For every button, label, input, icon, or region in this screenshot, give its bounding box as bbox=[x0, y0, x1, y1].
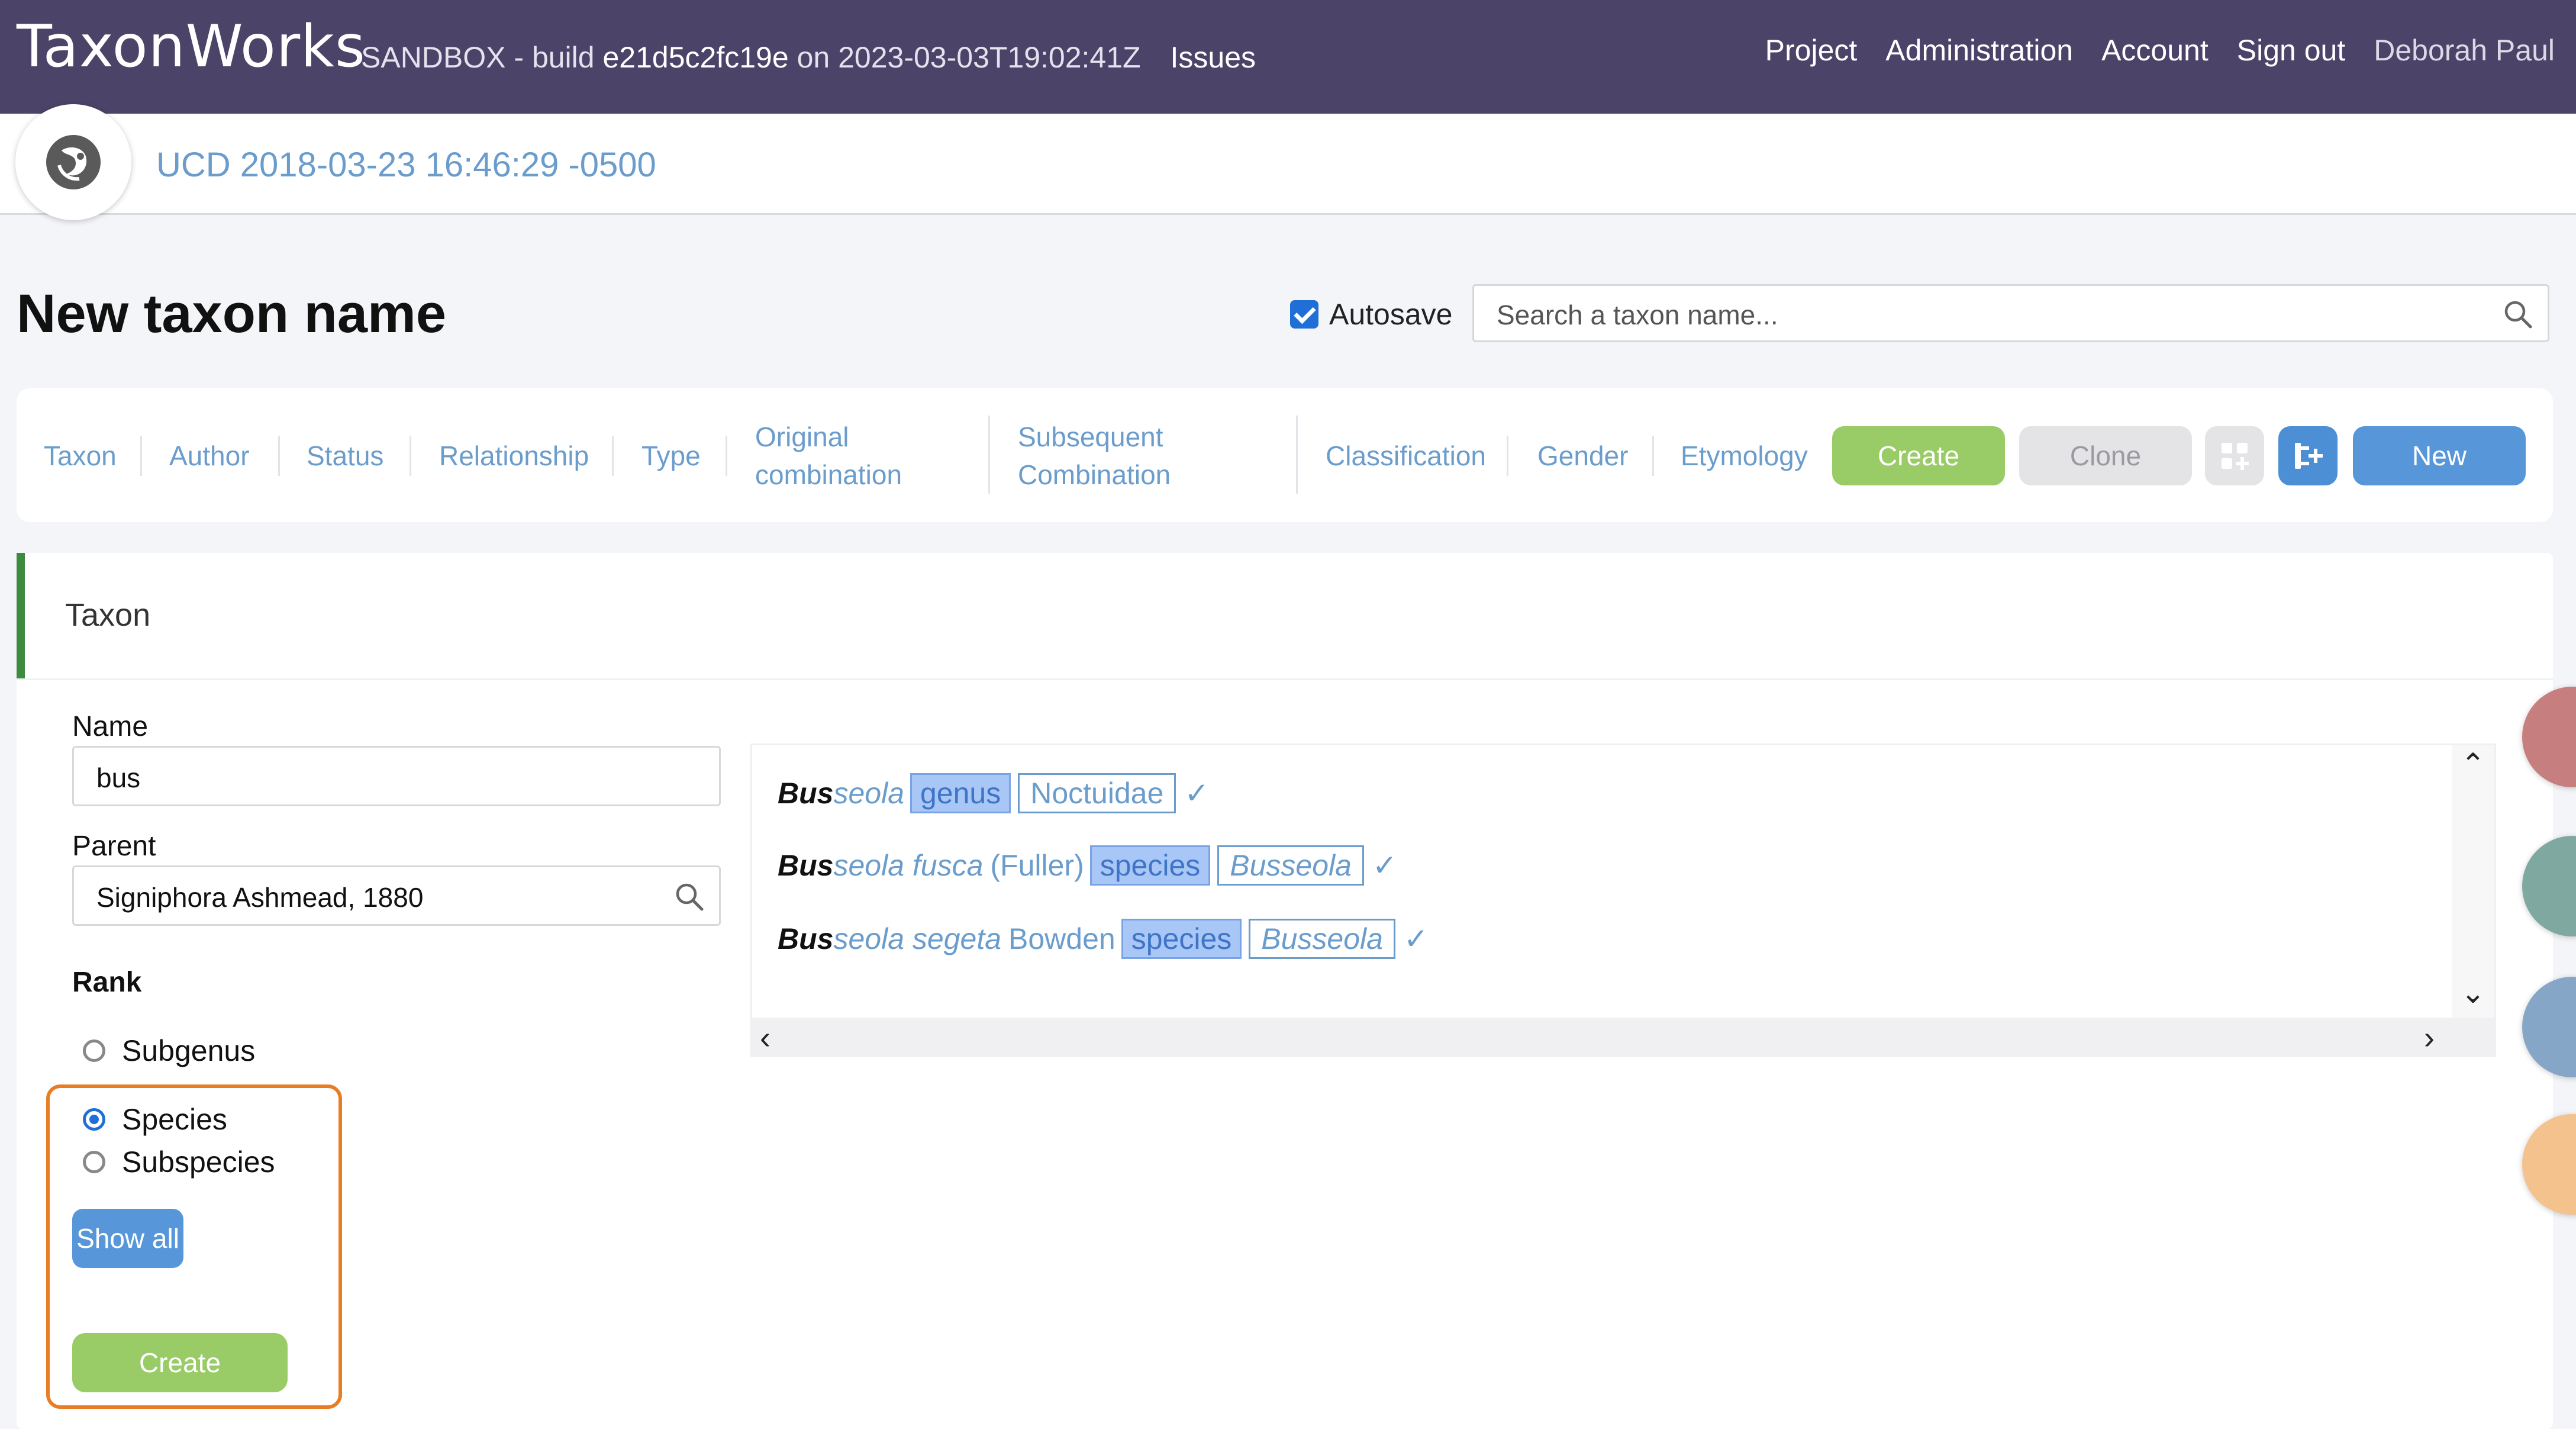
build-info: SANDBOX - build e21d5c2fc19e on 2023-03-… bbox=[361, 40, 1256, 75]
panel-accent-bar bbox=[17, 553, 25, 678]
taxon-name: Busseola bbox=[778, 777, 904, 810]
parent-badge: Noctuidae bbox=[1018, 773, 1176, 813]
list-item[interactable]: Busseola genus Noctuidae ✓ bbox=[778, 773, 1209, 813]
rank-option-label: Species bbox=[122, 1103, 227, 1136]
app-logo[interactable]: TaxonWorks bbox=[17, 13, 366, 81]
tab-divider bbox=[726, 436, 727, 476]
autosave-toggle[interactable]: Autosave bbox=[1290, 297, 1452, 331]
valid-check-icon: ✓ bbox=[1184, 777, 1210, 810]
rank-badge: species bbox=[1089, 845, 1211, 886]
tree-add-icon bbox=[2295, 443, 2323, 469]
issues-link[interactable]: Issues bbox=[1171, 41, 1256, 74]
top-nav: Project Administration Account Sign out … bbox=[1765, 33, 2555, 67]
tab-gender[interactable]: Gender bbox=[1537, 437, 1628, 475]
tab-original-line-1: Original bbox=[755, 421, 849, 452]
rank-radio-selected[interactable] bbox=[83, 1108, 105, 1131]
page-title: New taxon name bbox=[17, 284, 446, 344]
autosave-label: Autosave bbox=[1329, 298, 1453, 331]
create-button[interactable]: Create bbox=[1832, 426, 2005, 485]
horizontal-scrollbar[interactable] bbox=[752, 1018, 2494, 1055]
taxon-name: Busseola segeta bbox=[778, 922, 1002, 955]
rank-option-label: Subgenus bbox=[122, 1034, 256, 1067]
tab-subsequent-line-2: Combination bbox=[1018, 459, 1171, 490]
parent-badge: Busseola bbox=[1217, 845, 1364, 886]
rank-badge: species bbox=[1121, 919, 1242, 959]
scroll-down-icon[interactable]: ⌄ bbox=[2461, 976, 2485, 1010]
rank-option-label: Subspecies bbox=[122, 1145, 275, 1179]
list-item[interactable]: Busseola fusca (Fuller) species Busseola… bbox=[778, 845, 1397, 886]
search-icon[interactable] bbox=[2503, 299, 2533, 330]
build-hash: e21d5c2fc19e bbox=[602, 41, 789, 74]
tab-type[interactable]: Type bbox=[641, 437, 701, 475]
taxon-search-input[interactable] bbox=[1495, 298, 2468, 332]
taxon-search[interactable] bbox=[1472, 284, 2549, 342]
tab-divider bbox=[140, 436, 142, 476]
tab-status[interactable]: Status bbox=[307, 437, 383, 475]
project-name[interactable]: UCD 2018-03-23 16:46:29 -0500 bbox=[156, 145, 656, 185]
tab-divider bbox=[1296, 416, 1298, 494]
parent-badge: Busseola bbox=[1249, 919, 1395, 959]
rank-option-species[interactable]: Species bbox=[83, 1102, 227, 1137]
nav-account[interactable]: Account bbox=[2101, 33, 2209, 67]
parent-input[interactable] bbox=[95, 880, 654, 915]
tab-etymology[interactable]: Etymology bbox=[1681, 437, 1808, 475]
tab-subsequent-combination[interactable]: Subsequent Combination bbox=[1018, 418, 1171, 494]
rank-option-subgenus[interactable]: Subgenus bbox=[83, 1034, 255, 1068]
taxon-panel-header bbox=[17, 553, 2553, 680]
new-button[interactable]: New bbox=[2353, 426, 2526, 485]
tab-subsequent-line-1: Subsequent bbox=[1018, 421, 1163, 452]
scroll-up-icon[interactable]: ⌃ bbox=[2461, 747, 2485, 781]
tab-author[interactable]: Author bbox=[169, 437, 250, 475]
clone-button[interactable]: Clone bbox=[2019, 426, 2192, 485]
valid-check-icon: ✓ bbox=[1372, 849, 1397, 882]
grid-add-icon bbox=[2222, 443, 2249, 470]
project-avatar[interactable] bbox=[15, 104, 131, 220]
parent-label: Parent bbox=[72, 831, 156, 862]
scroll-left-icon[interactable]: ‹ bbox=[760, 1019, 770, 1056]
taxon-author: (Fuller) bbox=[990, 849, 1084, 882]
taxon-name: Busseola fusca bbox=[778, 849, 984, 882]
rank-radio[interactable] bbox=[83, 1039, 105, 1062]
valid-check-icon: ✓ bbox=[1403, 922, 1429, 955]
taxon-author: Bowden bbox=[1008, 922, 1115, 955]
nav-sign-out[interactable]: Sign out bbox=[2237, 33, 2345, 67]
tab-divider bbox=[612, 436, 614, 476]
tab-divider bbox=[1507, 436, 1508, 476]
tab-relationship[interactable]: Relationship bbox=[439, 437, 589, 475]
panel-title: Taxon bbox=[65, 597, 151, 633]
build-on: on bbox=[797, 41, 830, 74]
name-field[interactable] bbox=[72, 746, 721, 806]
top-bar: TaxonWorks SANDBOX - build e21d5c2fc19e … bbox=[0, 0, 2576, 114]
tab-divider bbox=[278, 436, 280, 476]
nav-administration[interactable]: Administration bbox=[1885, 33, 2073, 67]
rank-radio[interactable] bbox=[83, 1151, 105, 1173]
parent-field[interactable] bbox=[72, 865, 721, 926]
tab-original-combination[interactable]: Original combination bbox=[755, 418, 902, 494]
tab-classification[interactable]: Classification bbox=[1326, 437, 1486, 475]
beetle-logo-icon bbox=[46, 135, 101, 189]
rank-label: Rank bbox=[72, 967, 142, 998]
rank-badge: genus bbox=[910, 773, 1011, 813]
rank-option-subspecies[interactable]: Subspecies bbox=[83, 1145, 275, 1179]
tab-divider bbox=[988, 416, 990, 494]
scroll-right-icon[interactable]: › bbox=[2424, 1019, 2435, 1056]
create-taxon-button[interactable]: Create bbox=[72, 1333, 288, 1392]
build-prefix: SANDBOX - build bbox=[361, 41, 595, 74]
tab-divider bbox=[1652, 436, 1654, 476]
tab-original-line-2: combination bbox=[755, 459, 902, 490]
autosave-checkbox[interactable] bbox=[1290, 300, 1318, 329]
search-icon[interactable] bbox=[674, 881, 705, 912]
add-to-pinboard-button[interactable] bbox=[2205, 426, 2264, 485]
user-name[interactable]: Deborah Paul bbox=[2374, 33, 2555, 67]
name-label: Name bbox=[72, 711, 149, 742]
list-item[interactable]: Busseola segeta Bowden species Busseola … bbox=[778, 919, 1429, 959]
show-all-button[interactable]: Show all bbox=[72, 1209, 183, 1268]
build-date: 2023-03-03T19:02:41Z bbox=[838, 41, 1141, 74]
tab-divider bbox=[410, 436, 411, 476]
name-input[interactable] bbox=[95, 761, 689, 795]
tab-taxon[interactable]: Taxon bbox=[44, 437, 117, 475]
add-otu-button[interactable] bbox=[2278, 426, 2338, 485]
nav-project[interactable]: Project bbox=[1765, 33, 1858, 67]
